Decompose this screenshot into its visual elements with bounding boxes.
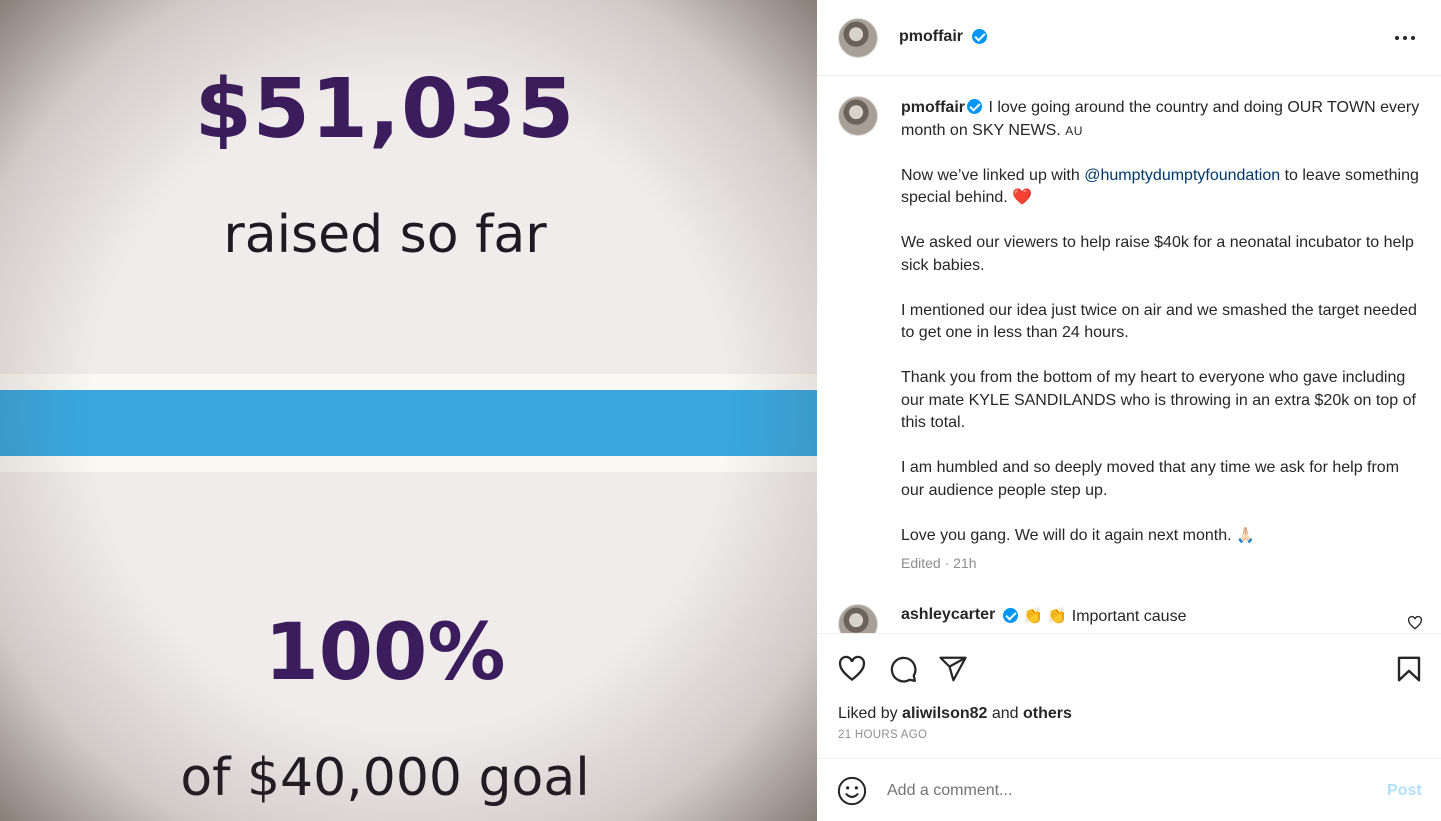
progress-band: [0, 390, 817, 456]
post-image[interactable]: $51,035 raised so far 100% of $40,000 go…: [0, 0, 817, 821]
comment-bubble-icon[interactable]: [888, 654, 918, 684]
caption-text-4: I mentioned our idea just twice on air a…: [901, 301, 1417, 342]
post-caption: pmoffair I love going around the country…: [901, 97, 1421, 570]
comments-section[interactable]: pmoffair I love going around the country…: [817, 77, 1441, 633]
goal-label: of $40,000 goal: [180, 748, 590, 808]
post-comment-button[interactable]: Post: [1387, 782, 1422, 800]
folded-hands-emoji: 🙏🏻: [1236, 526, 1255, 544]
likes-prefix: Liked by: [838, 705, 903, 722]
likes-and: and: [987, 705, 1024, 722]
add-comment-bar: Post: [817, 760, 1441, 821]
verified-badge-icon: [972, 29, 987, 44]
comment-like-heart-icon[interactable]: [1407, 615, 1423, 631]
author-username[interactable]: pmoffair: [899, 28, 963, 46]
comment-input[interactable]: [887, 776, 1367, 806]
caption-text-5: Thank you from the bottom of my heart to…: [901, 369, 1416, 431]
caption-text-1-suffix: AU: [1065, 123, 1083, 138]
mention-link[interactable]: @humptydumptyfoundation: [1084, 167, 1280, 184]
like-heart-icon[interactable]: [837, 654, 867, 684]
caption-text-2-start: Now we’ve linked up with: [901, 166, 1085, 184]
verified-badge-icon: [1003, 608, 1018, 623]
caption-text-3: We asked our viewers to help raise $40k …: [901, 234, 1414, 274]
author-avatar[interactable]: [838, 18, 878, 58]
caption-text-7: Love you gang. We will do it again next …: [901, 526, 1237, 544]
liked-by-user-link[interactable]: aliwilson82: [902, 705, 987, 722]
clapping-emoji: 👏 👏: [1023, 608, 1068, 625]
caption-author-avatar[interactable]: [838, 96, 878, 136]
post-timestamp[interactable]: 21 HOURS AGO: [838, 729, 927, 741]
comment-body: Important cause: [1071, 608, 1187, 625]
comment-text: 👏 👏 Important cause: [1023, 606, 1186, 626]
post-side-panel: pmoffair pmoffair I love going around th…: [817, 0, 1441, 821]
post-actions: Liked by aliwilson82 and others 21 HOURS…: [817, 633, 1441, 759]
post-header: pmoffair: [817, 0, 1441, 76]
red-heart-emoji: ❤️: [1012, 189, 1033, 206]
share-send-icon[interactable]: [938, 654, 968, 684]
commenter-avatar[interactable]: [838, 604, 878, 633]
raised-amount: $51,035: [194, 62, 576, 157]
caption-text-6: I am humbled and so deeply moved that an…: [901, 459, 1400, 499]
verified-badge-icon: [967, 99, 982, 114]
raised-label: raised so far: [223, 205, 547, 265]
likes-summary: Liked by aliwilson82 and others: [838, 705, 1072, 723]
save-bookmark-icon[interactable]: [1394, 654, 1424, 684]
liked-by-others-link[interactable]: others: [1023, 705, 1072, 722]
commenter-username[interactable]: ashleycarter: [901, 606, 995, 624]
emoji-picker-icon[interactable]: [837, 776, 867, 806]
percent-value: 100%: [264, 608, 506, 698]
more-options-icon[interactable]: [1395, 36, 1417, 42]
edited-timestamp: Edited · 21h: [901, 555, 977, 571]
caption-username[interactable]: pmoffair: [901, 99, 965, 116]
